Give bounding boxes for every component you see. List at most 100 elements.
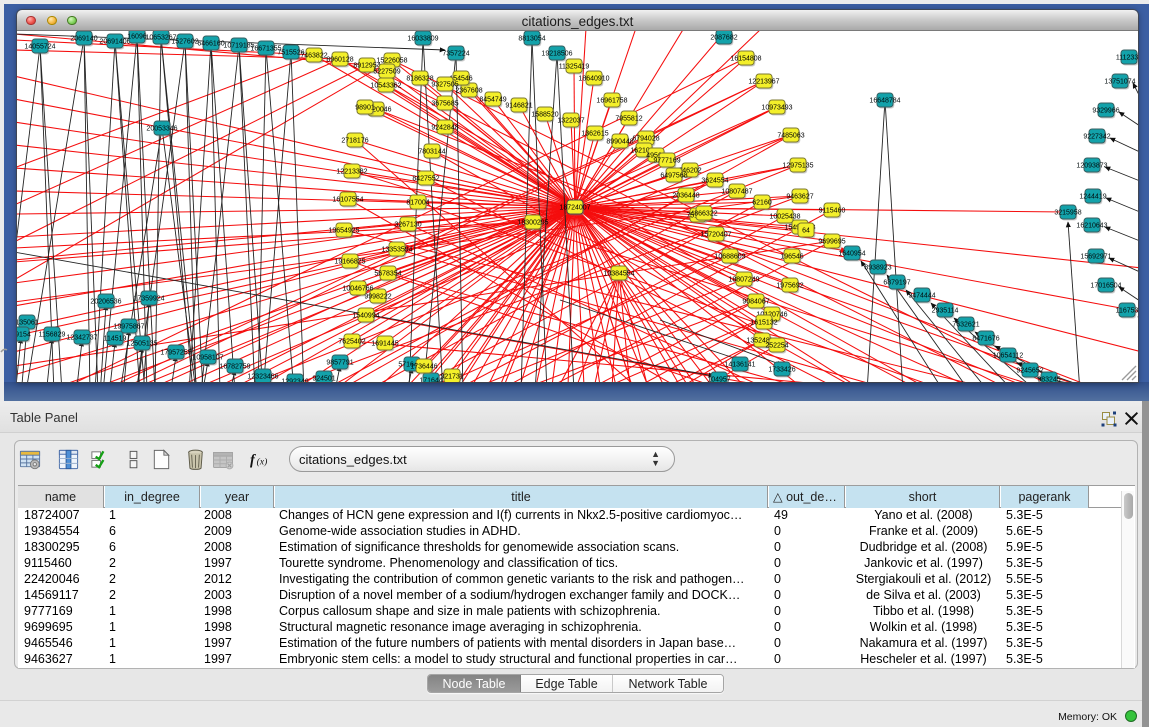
svg-text:1112337: 1112337 (1116, 54, 1138, 61)
svg-text:16033809: 16033809 (407, 35, 438, 42)
svg-text:7625402: 7625402 (338, 338, 365, 345)
svg-text:2367608: 2367608 (455, 87, 482, 94)
svg-text:17359924: 17359924 (133, 295, 164, 302)
svg-text:15720407: 15720407 (700, 231, 731, 238)
svg-text:10046766: 10046766 (342, 285, 373, 292)
svg-text:8454749: 8454749 (479, 96, 506, 103)
svg-text:9857791: 9857791 (326, 359, 353, 366)
svg-text:9146821: 9146821 (505, 102, 532, 109)
svg-text:10973493: 10973493 (761, 104, 792, 111)
svg-text:2935114: 2935114 (932, 307, 959, 314)
svg-text:(x): (x) (257, 456, 268, 467)
svg-text:817004: 817004 (406, 199, 429, 206)
svg-text:8471676: 8471676 (972, 335, 999, 342)
svg-text:8960128: 8960128 (326, 56, 353, 63)
svg-text:9474444: 9474444 (908, 292, 935, 299)
svg-text:12093873: 12093873 (1076, 162, 1107, 169)
svg-text:7955812: 7955812 (615, 115, 642, 122)
svg-text:9327505: 9327505 (431, 81, 458, 88)
svg-text:12975135: 12975135 (782, 162, 813, 169)
svg-text:16648784: 16648784 (869, 97, 900, 104)
svg-text:12213967: 12213967 (748, 78, 779, 85)
svg-text:1733426: 1733426 (768, 366, 795, 373)
svg-text:2069140: 2069140 (70, 35, 97, 42)
svg-text:1736446: 1736446 (410, 363, 437, 370)
svg-text:6466160: 6466160 (197, 40, 224, 47)
svg-text:12342737: 12342737 (66, 334, 97, 341)
svg-text:18724007: 18724007 (559, 204, 590, 211)
svg-text:1615132: 1615132 (750, 319, 777, 326)
svg-text:3624554: 3624554 (701, 177, 728, 184)
svg-text:6879197: 6879197 (883, 279, 910, 286)
svg-text:1322037: 1322037 (557, 117, 584, 124)
svg-text:7357224: 7357224 (442, 50, 469, 57)
svg-text:9463627: 9463627 (786, 193, 813, 200)
svg-text:20053346: 20053346 (146, 125, 177, 132)
svg-text:171644: 171644 (419, 377, 442, 382)
svg-text:f: f (250, 452, 256, 468)
svg-text:16961758: 16961758 (596, 97, 627, 104)
svg-text:983245: 983245 (1037, 376, 1060, 382)
svg-text:7463822: 7463822 (300, 52, 327, 59)
svg-text:9998222: 9998222 (364, 293, 391, 300)
svg-text:18807249: 18807249 (728, 276, 759, 283)
svg-text:252254: 252254 (765, 342, 788, 349)
svg-text:16210643: 16210643 (1076, 222, 1107, 229)
svg-text:10807487: 10807487 (721, 188, 752, 195)
svg-text:135061: 135061 (17, 319, 39, 326)
svg-text:7803144: 7803144 (418, 148, 445, 155)
svg-text:10025438: 10025438 (769, 213, 800, 220)
svg-text:6497568: 6497568 (660, 172, 687, 179)
svg-text:12323466: 12323466 (247, 373, 278, 380)
svg-text:19975867: 19975867 (113, 323, 144, 330)
svg-text:1527602: 1527602 (171, 38, 198, 45)
svg-text:19384554: 19384554 (603, 270, 634, 277)
svg-text:9115460: 9115460 (819, 207, 846, 214)
svg-text:9329966: 9329966 (1092, 107, 1119, 114)
svg-text:3215958: 3215958 (1054, 209, 1081, 216)
svg-text:1691445: 1691445 (371, 340, 398, 347)
svg-text:116753: 116753 (1116, 307, 1138, 314)
svg-text:1244419: 1244419 (1079, 193, 1106, 200)
svg-text:7632621: 7632621 (952, 321, 979, 328)
svg-text:8427552: 8427552 (412, 175, 439, 182)
svg-text:16107554: 16107554 (332, 196, 363, 203)
svg-text:16154808: 16154808 (730, 55, 761, 62)
svg-text:18300295: 18300295 (517, 219, 548, 226)
svg-text:9227342: 9227342 (1083, 133, 1110, 140)
svg-text:12505135: 12505135 (126, 340, 157, 347)
svg-text:1540994: 1540994 (352, 312, 379, 319)
svg-text:1362615: 1362615 (581, 130, 608, 137)
svg-text:14136141: 14136141 (724, 361, 755, 368)
svg-text:2087682: 2087682 (710, 34, 737, 41)
svg-text:15692971: 15692971 (1080, 253, 1111, 260)
svg-text:9699695: 9699695 (818, 238, 845, 245)
svg-text:13353594: 13353594 (381, 246, 412, 253)
svg-text:5678354: 5678354 (374, 270, 401, 277)
svg-text:10688609: 10688609 (714, 253, 745, 260)
svg-text:8813054: 8813054 (518, 35, 545, 42)
svg-text:19654925: 19654925 (328, 227, 359, 234)
svg-text:19218506: 19218506 (541, 50, 572, 57)
svg-text:64: 64 (802, 227, 810, 234)
svg-text:8938923: 8938923 (864, 264, 891, 271)
svg-text:1156829: 1156829 (39, 331, 66, 338)
svg-text:1975692: 1975692 (776, 282, 803, 289)
svg-text:17016504: 17016504 (1090, 282, 1121, 289)
svg-text:921731: 921731 (440, 373, 463, 380)
svg-text:17957255: 17957255 (160, 349, 191, 356)
svg-text:6794028: 6794028 (632, 135, 659, 142)
svg-text:2036448: 2036448 (672, 192, 699, 199)
svg-text:5227509: 5227509 (373, 68, 400, 75)
svg-text:9777169: 9777169 (653, 157, 680, 164)
svg-text:2718176: 2718176 (341, 137, 368, 144)
svg-text:62160: 62160 (752, 199, 772, 206)
svg-text:114519: 114519 (104, 335, 127, 342)
svg-text:924501: 924501 (312, 375, 335, 382)
svg-text:9084067: 9084067 (742, 298, 769, 305)
svg-text:7485063: 7485063 (777, 132, 804, 139)
svg-text:3675685: 3675685 (431, 100, 458, 107)
svg-text:16096: 16096 (127, 33, 147, 40)
svg-text:1292346: 1292346 (281, 378, 308, 382)
svg-text:1588520: 1588520 (531, 111, 558, 118)
